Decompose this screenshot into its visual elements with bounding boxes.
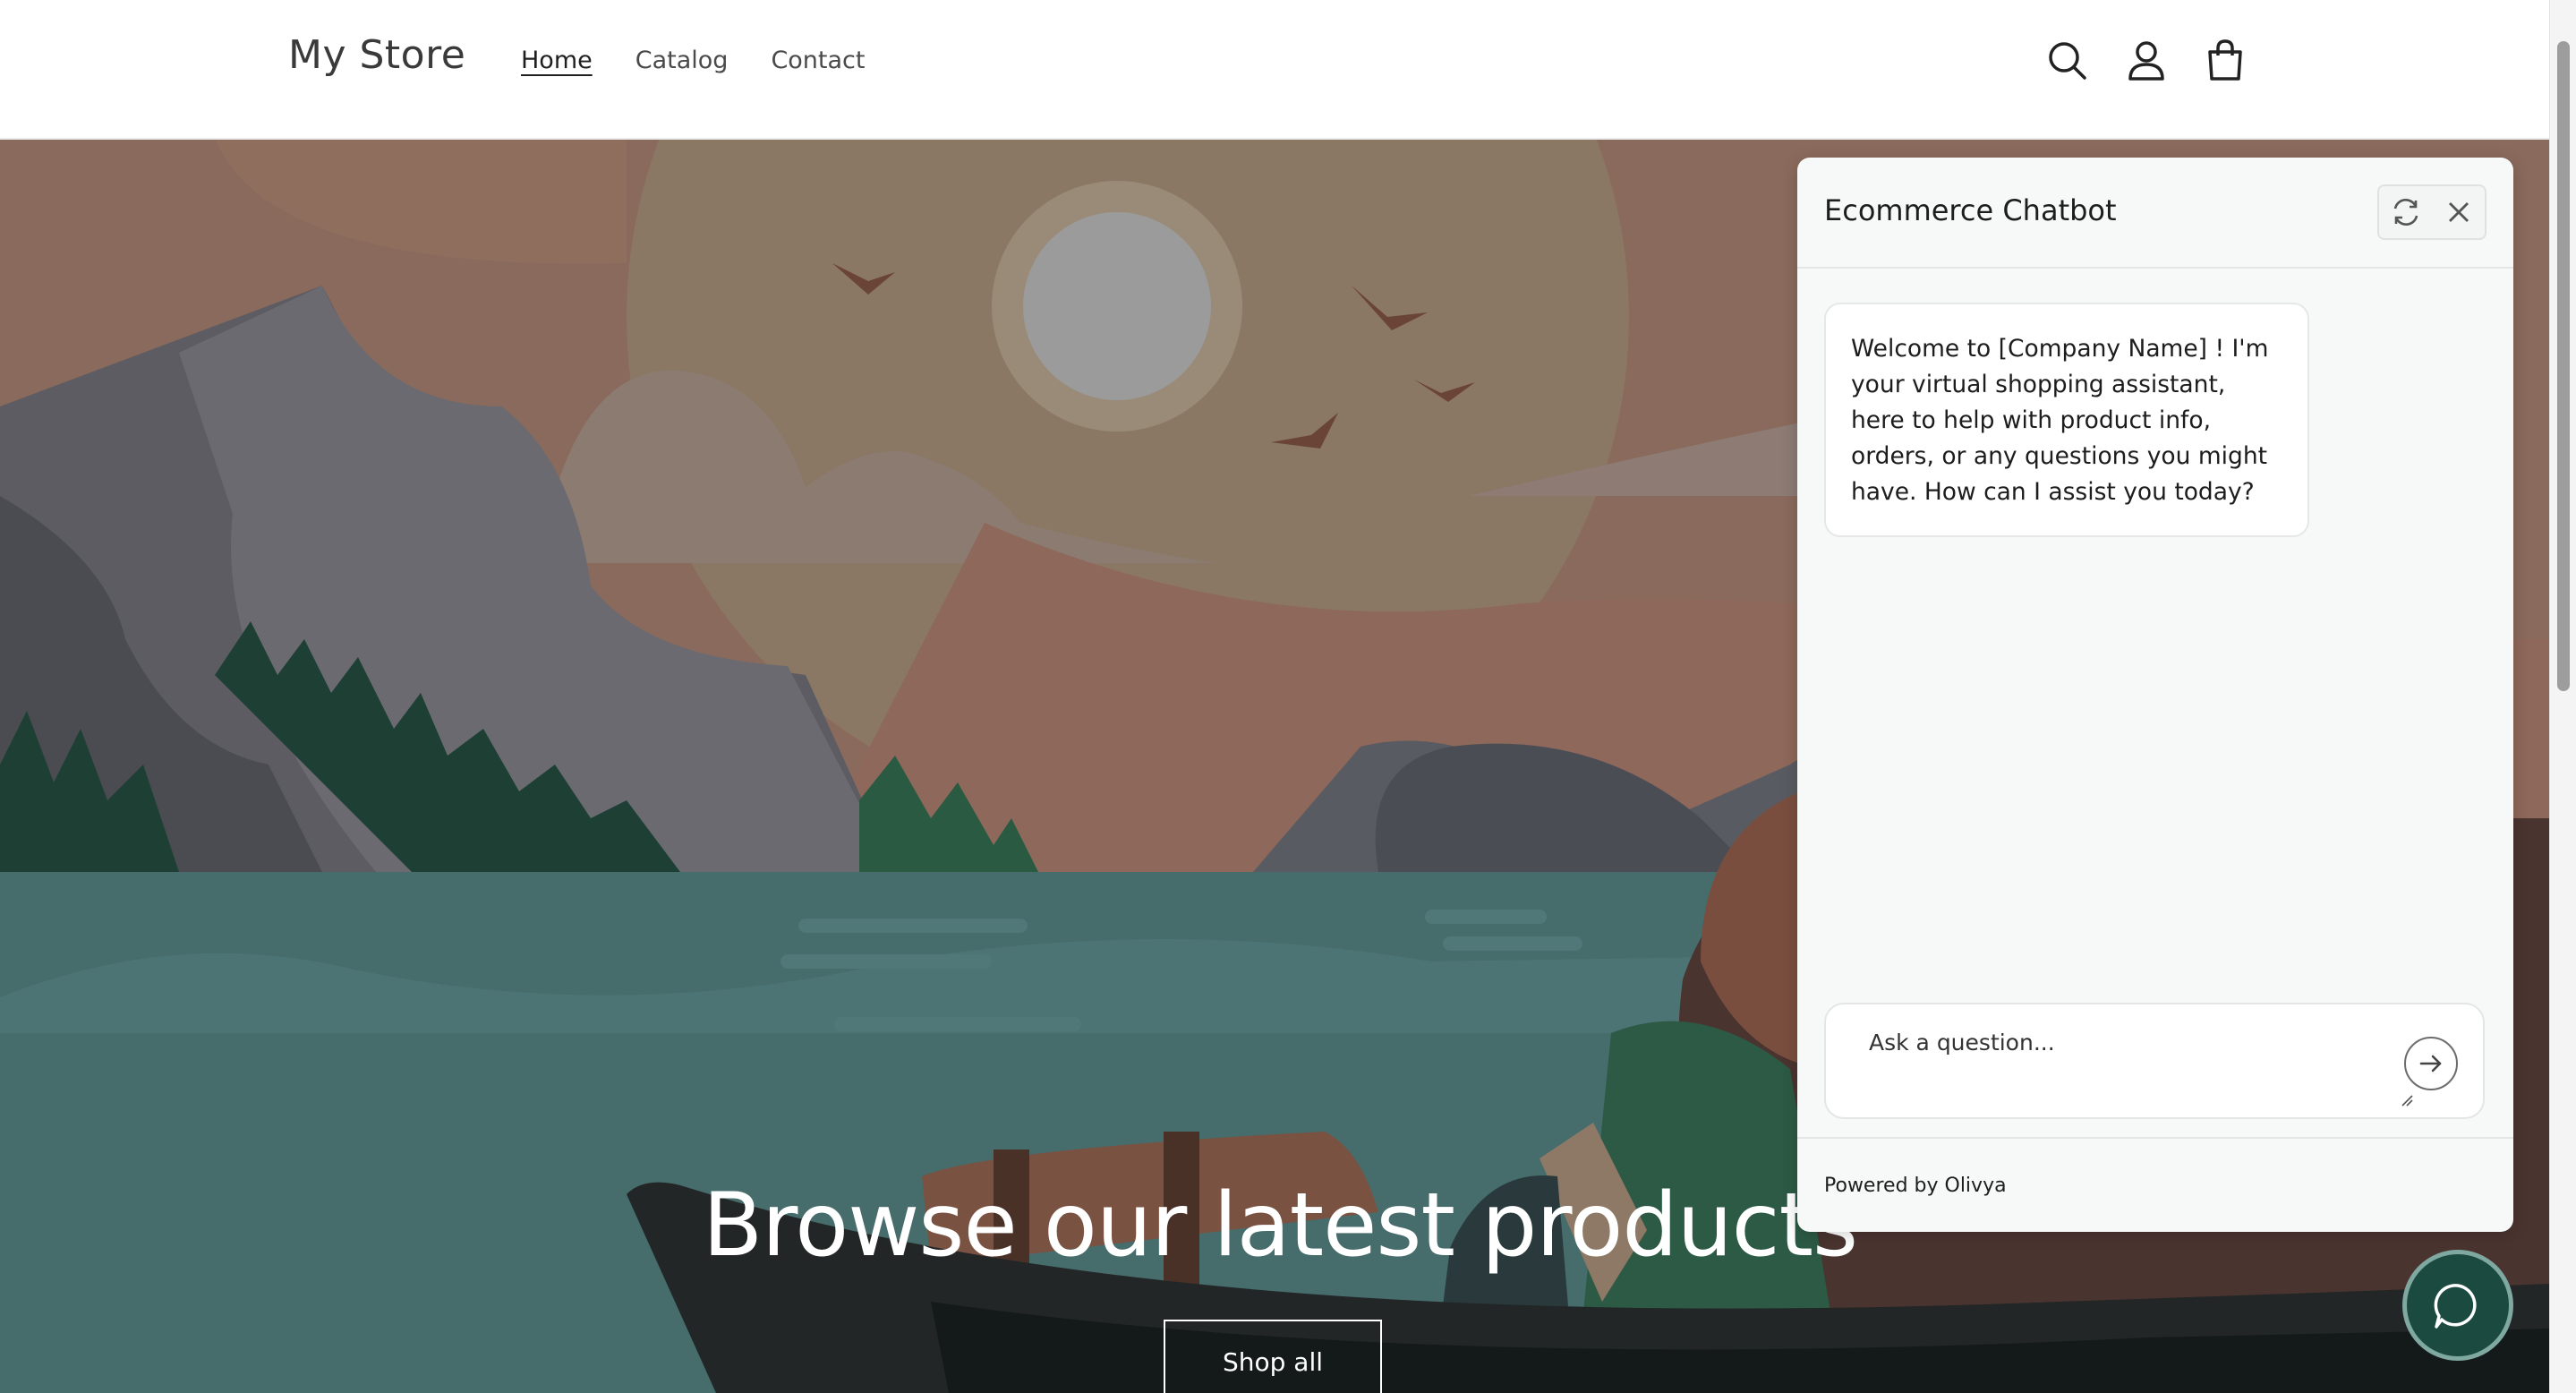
send-button[interactable] <box>2404 1037 2458 1090</box>
search-icon[interactable] <box>2044 36 2091 86</box>
main-nav: Home Catalog Contact <box>521 47 865 74</box>
hero-title: Browse our latest products <box>702 1175 1858 1277</box>
chat-input[interactable] <box>1844 1017 2381 1107</box>
arrow-right-icon <box>2419 1055 2442 1073</box>
store-logo[interactable]: My Store <box>288 32 465 78</box>
chat-bubble-icon <box>2434 1284 2477 1329</box>
resize-grip-icon[interactable] <box>2399 1092 2413 1107</box>
chat-input-box <box>1824 1003 2485 1119</box>
chatbot-title: Ecommerce Chatbot <box>1824 193 2117 227</box>
shop-all-button[interactable]: Shop all <box>1164 1320 1382 1393</box>
powered-by: Powered by Olivya <box>1824 1175 2007 1197</box>
chatbot-footer: Powered by Olivya <box>1797 1137 2513 1232</box>
cart-icon[interactable] <box>2202 36 2248 86</box>
nav-contact[interactable]: Contact <box>771 47 865 74</box>
chatbot-panel: Ecommerce Chatbot Welcome to [Company Na… <box>1797 158 2513 1232</box>
account-icon[interactable] <box>2123 36 2170 86</box>
scrollbar-thumb[interactable] <box>2557 41 2570 691</box>
bot-message: Welcome to [Company Name] ! I'm your vir… <box>1824 303 2309 537</box>
close-icon[interactable] <box>2443 196 2475 228</box>
page-scrollbar[interactable] <box>2549 0 2576 1393</box>
refresh-icon[interactable] <box>2390 196 2422 228</box>
chatbot-header: Ecommerce Chatbot <box>1797 158 2513 269</box>
nav-catalog[interactable]: Catalog <box>635 47 729 74</box>
nav-home[interactable]: Home <box>521 47 593 74</box>
chat-launcher-button[interactable] <box>2402 1250 2513 1361</box>
site-header: My Store Home Catalog Contact <box>0 0 2549 140</box>
chatbot-actions <box>2377 184 2486 240</box>
